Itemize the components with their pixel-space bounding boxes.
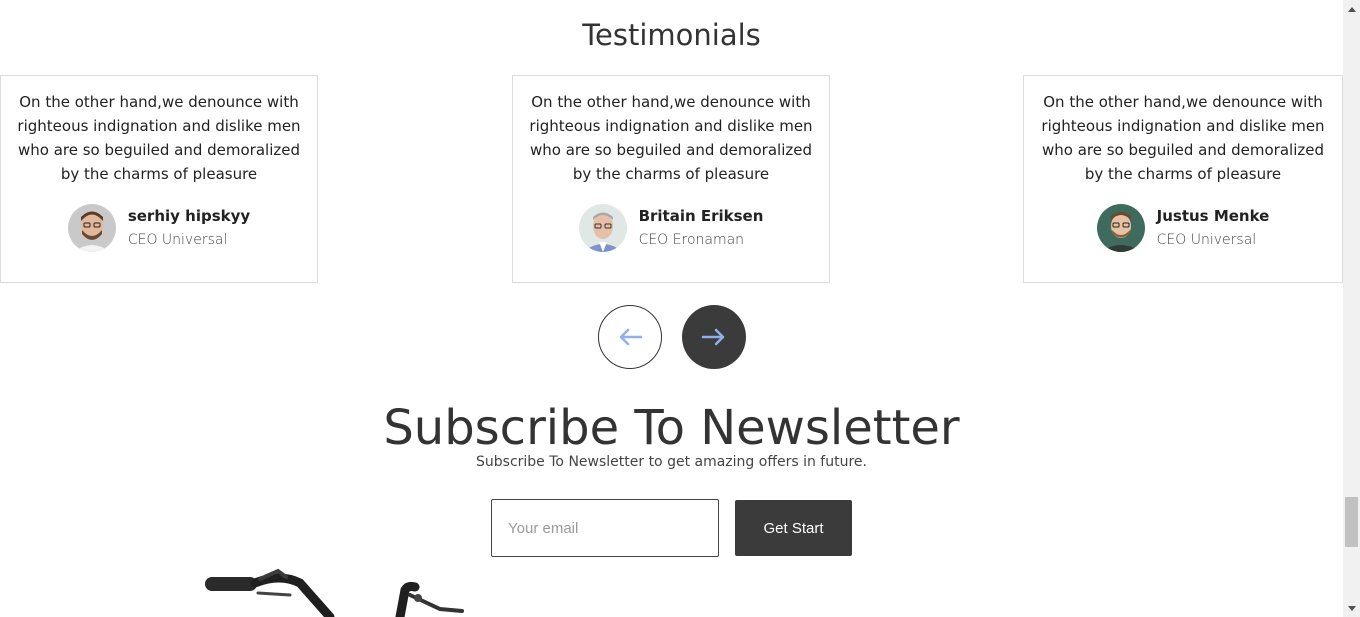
arrow-right-icon xyxy=(701,328,725,346)
testimonials-title: Testimonials xyxy=(582,18,761,52)
page: Testimonials On the other hand,we denoun… xyxy=(0,0,1343,617)
author-role: CEO Eronaman xyxy=(638,232,745,248)
testimonial-author: Justus Menke CEO Universal xyxy=(1024,204,1342,252)
newsletter-subtitle: Subscribe To Newsletter to get amazing o… xyxy=(476,454,867,470)
carousel-prev-button[interactable] xyxy=(598,305,662,369)
avatar xyxy=(1096,204,1145,252)
author-role: CEO Universal xyxy=(127,232,228,248)
arrow-left-icon xyxy=(619,328,643,346)
author-name: Britain Eriksen xyxy=(638,207,764,225)
testimonial-card: On the other hand,we denounce with right… xyxy=(0,75,318,283)
subscribe-button[interactable]: Get Start xyxy=(735,500,852,556)
avatar xyxy=(67,204,116,252)
scroll-down-icon[interactable] xyxy=(1343,600,1360,617)
scrollbar[interactable] xyxy=(1343,0,1360,617)
scrollbar-thumb[interactable] xyxy=(1345,497,1358,547)
newsletter-title: Subscribe To Newsletter xyxy=(383,400,960,456)
testimonial-quote: On the other hand,we denounce with right… xyxy=(529,93,813,183)
email-input[interactable] xyxy=(491,499,719,557)
testimonial-card: On the other hand,we denounce with right… xyxy=(512,75,830,283)
testimonial-author: serhiy hipskyy CEO Universal xyxy=(1,204,317,252)
scroll-up-icon[interactable] xyxy=(1343,0,1360,17)
author-name: serhiy hipskyy xyxy=(127,207,251,225)
testimonial-quote: On the other hand,we denounce with right… xyxy=(17,93,301,183)
testimonial-card: On the other hand,we denounce with right… xyxy=(1023,75,1343,283)
testimonial-quote: On the other hand,we denounce with right… xyxy=(1041,93,1325,183)
bike-image xyxy=(205,568,464,617)
avatar xyxy=(578,204,627,252)
testimonial-author: Britain Eriksen CEO Eronaman xyxy=(513,204,829,252)
carousel-next-button[interactable] xyxy=(682,305,746,369)
author-name: Justus Menke xyxy=(1156,207,1270,225)
author-role: CEO Universal xyxy=(1156,232,1257,248)
